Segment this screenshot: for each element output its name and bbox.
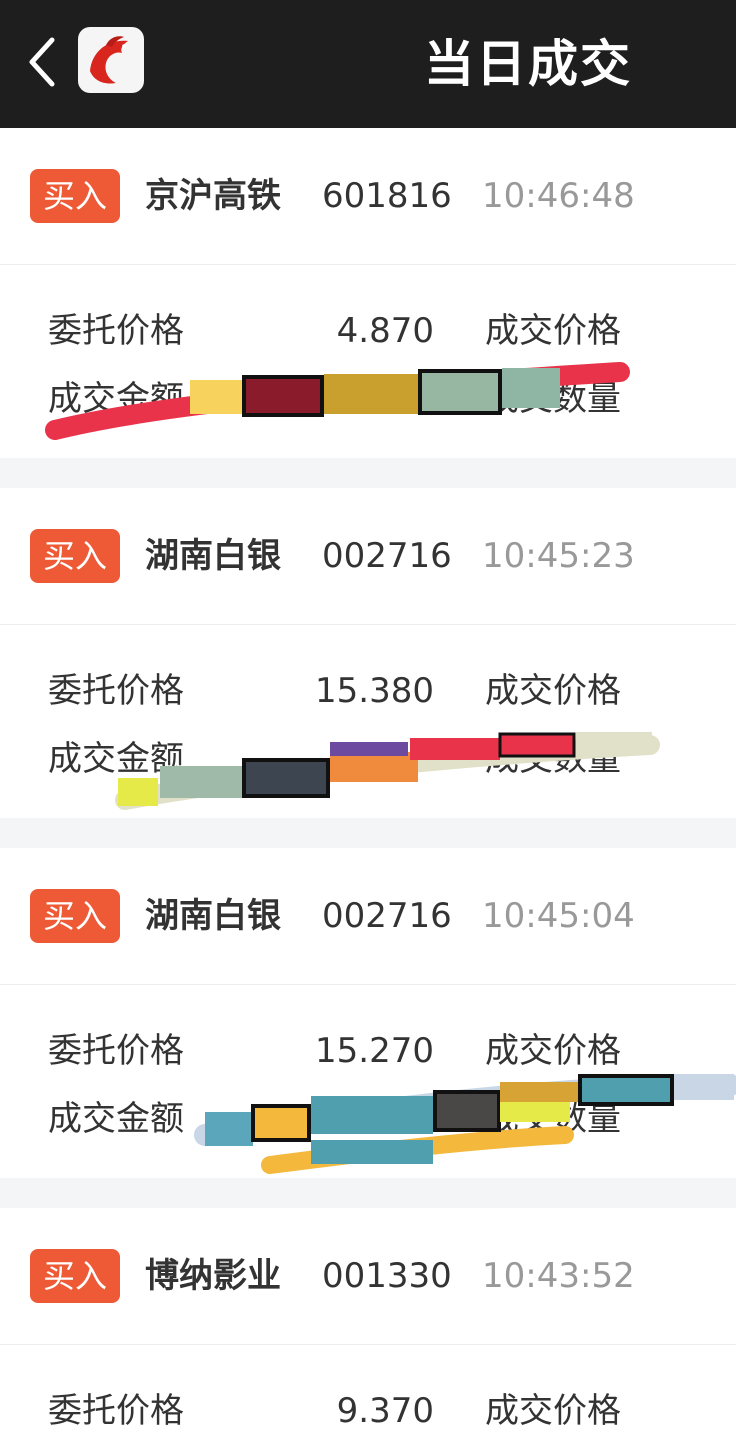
trade-card[interactable]: 买入 博纳影业 001330 10:43:52 委托价格 9.370 成交价格 <box>0 1208 736 1444</box>
trade-time: 10:43:52 <box>482 1256 635 1296</box>
buy-badge: 买入 <box>30 889 120 943</box>
order-price-value: 4.870 <box>336 311 434 351</box>
buy-badge: 买入 <box>30 169 120 223</box>
trade-time: 10:45:04 <box>482 896 635 936</box>
deal-quantity-label: 成交数量 <box>485 1099 621 1139</box>
order-price-label: 委托价格 <box>48 671 184 711</box>
stock-name: 京沪高铁 <box>145 176 281 216</box>
back-button[interactable] <box>22 34 66 90</box>
trade-card-header: 买入 湖南白银 002716 10:45:04 <box>0 848 736 985</box>
order-price-label: 委托价格 <box>48 1391 184 1431</box>
trade-card-header: 买入 湖南白银 002716 10:45:23 <box>0 488 736 625</box>
stock-code: 001330 <box>322 1256 452 1296</box>
buy-badge: 买入 <box>30 1249 120 1303</box>
stock-name: 湖南白银 <box>145 536 281 576</box>
dolphin-logo-icon <box>90 36 128 84</box>
deal-price-label: 成交价格 <box>485 1391 621 1431</box>
deal-amount-label: 成交金额 <box>48 739 184 779</box>
chevron-left-icon <box>29 37 55 87</box>
order-price-label: 委托价格 <box>48 1031 184 1071</box>
deal-amount-label: 成交金额 <box>48 1099 184 1139</box>
trade-card-header: 买入 博纳影业 001330 10:43:52 <box>0 1208 736 1345</box>
app-header: 当日成交 <box>0 0 736 128</box>
trade-card[interactable]: 买入 京沪高铁 601816 10:46:48 委托价格 4.870 成交价格 … <box>0 128 736 458</box>
deal-quantity-label: 成交数量 <box>485 379 621 419</box>
deal-price-label: 成交价格 <box>485 311 621 351</box>
deal-price-label: 成交价格 <box>485 1031 621 1071</box>
page-title: 当日成交 <box>424 35 632 93</box>
deal-quantity-label: 成交数量 <box>485 739 621 779</box>
stock-code: 601816 <box>322 176 452 216</box>
trade-card[interactable]: 买入 湖南白银 002716 10:45:04 委托价格 15.270 成交价格… <box>0 848 736 1178</box>
deal-price-label: 成交价格 <box>485 671 621 711</box>
stock-name: 湖南白银 <box>145 896 281 936</box>
app-logo <box>78 27 144 93</box>
stock-code: 002716 <box>322 896 452 936</box>
order-price-value: 9.370 <box>336 1391 434 1431</box>
trade-time: 10:46:48 <box>482 176 635 216</box>
stock-code: 002716 <box>322 536 452 576</box>
deal-amount-label: 成交金额 <box>48 379 184 419</box>
trade-card-header: 买入 京沪高铁 601816 10:46:48 <box>0 128 736 265</box>
trade-card[interactable]: 买入 湖南白银 002716 10:45:23 委托价格 15.380 成交价格… <box>0 488 736 818</box>
buy-badge: 买入 <box>30 529 120 583</box>
order-price-value: 15.380 <box>315 671 434 711</box>
trade-time: 10:45:23 <box>482 536 635 576</box>
order-price-value: 15.270 <box>315 1031 434 1071</box>
order-price-label: 委托价格 <box>48 311 184 351</box>
stock-name: 博纳影业 <box>145 1256 281 1296</box>
